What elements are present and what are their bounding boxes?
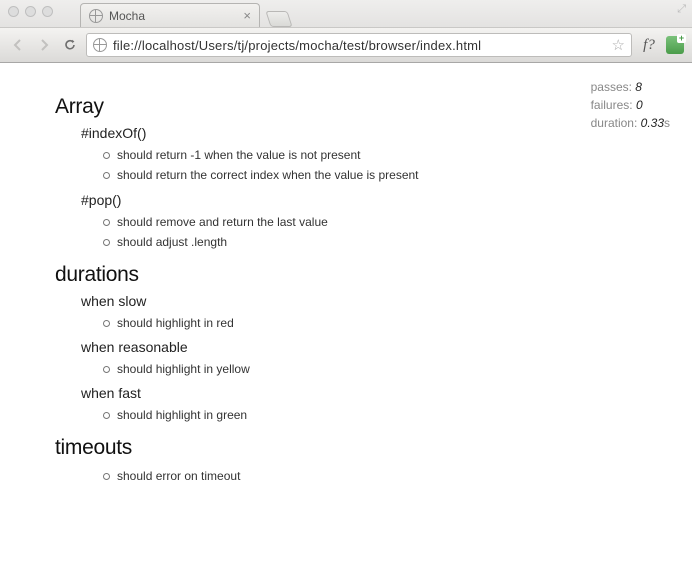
test-list: should return -1 when the value is not p… xyxy=(103,145,637,186)
suite-title[interactable]: when reasonable xyxy=(81,339,637,355)
suite: durations when slow should highlight in re… xyxy=(55,263,637,426)
stat-duration-unit: s xyxy=(664,116,670,130)
chevron-left-icon xyxy=(12,39,24,51)
stat-passes-value: 8 xyxy=(635,80,642,94)
zoom-window-button[interactable] xyxy=(42,6,53,17)
test-list: should error on timeout xyxy=(103,466,637,486)
tab-title: Mocha xyxy=(109,9,145,23)
minimize-window-button[interactable] xyxy=(25,6,36,17)
test-item[interactable]: should highlight in yellow xyxy=(103,359,637,379)
stat-duration-label: duration: xyxy=(591,116,638,130)
back-button[interactable] xyxy=(8,35,28,55)
expand-icon[interactable]: ⤢ xyxy=(677,3,686,16)
mocha-stats: passes: 8 failures: 0 duration: 0.33s xyxy=(591,78,670,132)
stat-duration-value: 0.33 xyxy=(641,116,664,130)
stat-passes: passes: 8 xyxy=(591,78,670,96)
chevron-right-icon xyxy=(38,39,50,51)
mocha-report: passes: 8 failures: 0 duration: 0.33s Ar… xyxy=(0,63,692,514)
extension-icon[interactable]: + xyxy=(666,36,684,54)
tab-mocha[interactable]: Mocha × xyxy=(80,3,260,27)
suite-title[interactable]: when fast xyxy=(81,385,637,401)
test-item[interactable]: should return -1 when the value is not p… xyxy=(103,145,637,165)
test-item[interactable]: should remove and return the last value xyxy=(103,212,637,232)
suite-title[interactable]: #pop() xyxy=(81,192,637,208)
suite-title[interactable]: #indexOf() xyxy=(81,125,637,141)
stat-passes-label: passes: xyxy=(591,80,632,94)
suite: Array #indexOf() should return -1 when the… xyxy=(55,95,637,253)
suite-title[interactable]: when slow xyxy=(81,293,637,309)
globe-icon xyxy=(89,9,103,23)
suite: #indexOf() should return -1 when the valu… xyxy=(55,125,637,186)
suite-title[interactable]: timeouts xyxy=(55,436,637,460)
suite: when slow should highlight in red xyxy=(55,293,637,333)
test-item[interactable]: should highlight in red xyxy=(103,313,637,333)
close-window-button[interactable] xyxy=(8,6,19,17)
suite: #pop() should remove and return the last … xyxy=(55,192,637,253)
test-item[interactable]: should highlight in green xyxy=(103,405,637,425)
omnibox[interactable]: file://localhost/Users/tj/projects/mocha… xyxy=(86,33,632,57)
address-bar: file://localhost/Users/tj/projects/mocha… xyxy=(0,27,692,62)
test-item[interactable]: should error on timeout xyxy=(103,466,637,486)
test-list: should remove and return the last values… xyxy=(103,212,637,253)
globe-icon xyxy=(93,38,107,52)
reload-button[interactable] xyxy=(60,35,80,55)
suite: when reasonable should highlight in yello… xyxy=(55,339,637,379)
reload-icon xyxy=(63,38,77,52)
forward-button[interactable] xyxy=(34,35,54,55)
test-list: should highlight in green xyxy=(103,405,637,425)
test-item[interactable]: should adjust .length xyxy=(103,232,637,252)
stat-duration: duration: 0.33s xyxy=(591,114,670,132)
extension-f-button[interactable]: f? xyxy=(638,37,660,54)
bookmark-star-icon[interactable]: ☆ xyxy=(612,36,625,54)
browser-chrome: ⤢ Mocha × file://localhost/Users/tj/proj… xyxy=(0,0,692,63)
suite-title[interactable]: durations xyxy=(55,263,637,287)
suite: when fast should highlight in green xyxy=(55,385,637,425)
test-list: should highlight in red xyxy=(103,313,637,333)
close-tab-button[interactable]: × xyxy=(243,8,251,23)
stat-failures-label: failures: xyxy=(591,98,633,112)
test-item[interactable]: should return the correct index when the… xyxy=(103,165,637,185)
test-list: should highlight in yellow xyxy=(103,359,637,379)
suite-title[interactable]: Array xyxy=(55,95,637,119)
plus-icon: + xyxy=(677,34,686,43)
stat-failures: failures: 0 xyxy=(591,96,670,114)
new-tab-button[interactable] xyxy=(265,11,292,27)
suite: timeouts should error on timeout xyxy=(55,436,637,486)
tab-bar: Mocha × xyxy=(0,3,692,27)
url-text: file://localhost/Users/tj/projects/mocha… xyxy=(113,38,606,53)
stat-failures-value: 0 xyxy=(636,98,643,112)
mocha-suites: Array #indexOf() should return -1 when the… xyxy=(55,95,637,486)
